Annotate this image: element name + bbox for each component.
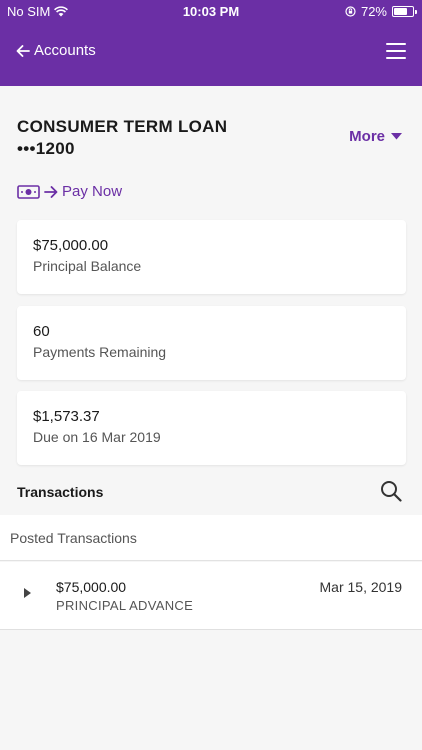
amount-due-card: $1,573.37 Due on 16 Mar 2019 — [17, 391, 406, 465]
more-label: More — [349, 128, 385, 145]
back-button[interactable]: Accounts — [16, 42, 96, 59]
transaction-row[interactable]: $75,000.00 PRINCIPAL ADVANCE Mar 15, 201… — [0, 562, 422, 630]
battery-group: 72% — [345, 4, 417, 19]
nav-bar: Accounts — [0, 30, 422, 76]
battery-percent: 72% — [360, 4, 387, 19]
principal-balance-label: Principal Balance — [33, 258, 142, 274]
battery-icon — [392, 6, 417, 17]
amount-due-value: $1,573.37 — [33, 408, 100, 425]
more-dropdown[interactable]: More — [349, 128, 402, 145]
caret-down-icon — [391, 133, 402, 140]
pay-now-link[interactable]: Pay Now — [17, 183, 122, 200]
search-icon[interactable] — [380, 480, 402, 502]
pay-now-label: Pay Now — [62, 183, 123, 200]
account-number: •••1200 — [17, 139, 75, 158]
posted-transactions-header: Posted Transactions — [0, 515, 422, 561]
hamburger-menu-icon[interactable] — [386, 43, 406, 61]
payments-remaining-value: 60 — [33, 323, 50, 340]
account-title: CONSUMER TERM LOAN •••1200 — [17, 116, 227, 160]
principal-balance-value: $75,000.00 — [33, 237, 109, 254]
payments-remaining-label: Payments Remaining — [33, 344, 167, 360]
back-label: Accounts — [34, 42, 96, 59]
arrow-right-icon — [44, 185, 58, 198]
principal-balance-card: $75,000.00 Principal Balance — [17, 220, 406, 294]
due-date-label: Due on 16 Mar 2019 — [33, 429, 161, 445]
transaction-date: Mar 15, 2019 — [319, 579, 403, 595]
transaction-description: PRINCIPAL ADVANCE — [56, 598, 194, 613]
caret-right-icon — [24, 588, 31, 598]
payments-remaining-card: 60 Payments Remaining — [17, 306, 406, 380]
orientation-lock-icon — [345, 6, 356, 17]
app-header: No SIM 10:03 PM 72% Accounts — [0, 0, 422, 86]
account-type: CONSUMER TERM LOAN — [17, 117, 228, 136]
transaction-amount: $75,000.00 — [56, 579, 127, 595]
battery-level — [394, 8, 407, 15]
transactions-heading: Transactions — [17, 484, 104, 500]
status-bar: No SIM 10:03 PM 72% — [0, 0, 422, 24]
back-arrow-icon — [16, 44, 30, 57]
cash-icon — [17, 184, 40, 199]
